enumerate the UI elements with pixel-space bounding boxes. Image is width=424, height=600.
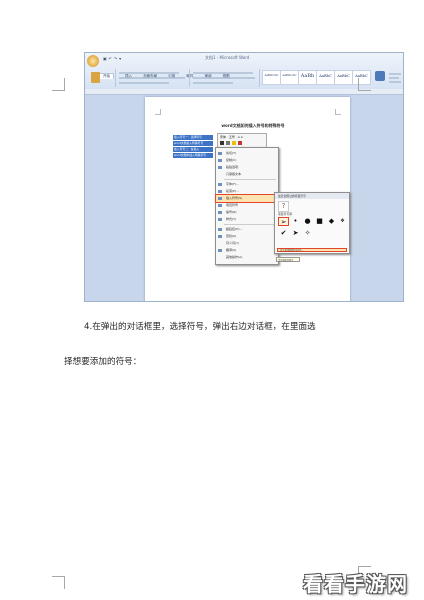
page-crop-mark: [52, 576, 65, 589]
symbol-option[interactable]: ❖: [337, 217, 348, 226]
quick-access-toolbar: ▣ ↶ ↷ ▾: [103, 56, 122, 61]
cut-icon: [218, 151, 222, 155]
page-crop-mark: [52, 78, 65, 91]
italic-icon: [226, 141, 230, 145]
menu-item-lookup[interactable]: 查找(K): [216, 233, 278, 240]
lookup-icon: [218, 234, 222, 238]
menu-item-cut[interactable]: 剪切(T): [216, 150, 278, 157]
document-title: word文档如何插入符号和特殊符号: [221, 123, 285, 128]
menu-item-paragraph[interactable]: 段落(P)...: [216, 188, 278, 195]
site-watermark: 看看手游网: [303, 572, 408, 596]
define-new-bullet-button[interactable]: 定义新项目符号(D)...: [277, 248, 347, 252]
menu-item-synonyms[interactable]: 同义词(Y): [216, 240, 278, 247]
hyperlink-icon: [218, 227, 222, 231]
symbol-option[interactable]: ■: [314, 217, 325, 226]
menu-item-insert-symbol[interactable]: 插入符号(S): [215, 194, 279, 203]
translate-icon: [218, 248, 222, 252]
highlight-icon: [232, 141, 236, 145]
style-no-spacing: AaBbCcDc: [280, 70, 299, 85]
selected-text-line: 插入符号二：在插入: [173, 147, 213, 152]
symbol-library-label: 项目符号库: [278, 212, 292, 216]
menu-item-styles[interactable]: 样式(T): [216, 216, 278, 223]
selected-text-line: 插入符号一：选择符号: [173, 135, 213, 140]
style-heading2: AaBbC: [316, 70, 335, 85]
copy-icon: [218, 158, 222, 162]
change-styles-icon: [375, 71, 385, 81]
font-group: [117, 69, 190, 87]
clipboard-group: [87, 69, 116, 87]
symbol-option[interactable]: •: [290, 217, 301, 226]
ribbon-tabs: 开始 插入 页面布局 引用 邮件 审阅 视图: [99, 62, 236, 79]
page-corner-mark: [155, 109, 161, 115]
menu-item-hyperlink[interactable]: 超链接(H)...: [216, 226, 278, 233]
symbol-option[interactable]: ➤: [290, 229, 301, 238]
page-crop-mark: [358, 78, 371, 91]
menu-item-more-actions[interactable]: 其他操作(A): [216, 254, 278, 261]
menu-item-numbering[interactable]: 编号(N): [216, 209, 278, 216]
ribbon: ▣ ↶ ↷ ▾ 文档1 - Microsoft Word 开始 插入 页面布局 …: [85, 53, 403, 90]
symbol-option[interactable]: ◆: [326, 217, 337, 226]
document-page: word文档如何插入符号和特殊符号 插入符号一：选择符号 word文档插入特殊符…: [145, 97, 350, 301]
menu-item-paste-options[interactable]: 粘贴选项:: [216, 164, 278, 171]
selected-text-line: word文档插入特殊符号: [173, 141, 213, 146]
paragraph-icon: [218, 189, 222, 193]
bullets-icon: [218, 203, 222, 207]
symbol-icon: [218, 196, 222, 200]
font-icon: [218, 182, 222, 186]
recent-symbol[interactable]: ?: [278, 201, 289, 212]
editing-group: [389, 71, 401, 83]
paste-icon: [218, 165, 222, 169]
instruction-text-line2: 择想要添加的符号：: [64, 357, 142, 367]
menu-item-copy[interactable]: 复制(C): [216, 157, 278, 164]
page-corner-mark: [335, 109, 341, 115]
symbol-option[interactable]: ➢: [278, 217, 289, 226]
office-button-icon: [87, 55, 99, 67]
paragraph-group: [191, 69, 260, 87]
style-normal: AaBbCcDc: [262, 70, 281, 85]
recent-symbols-header: 最近使用过的项目符号: [275, 193, 349, 199]
bullet-symbol-panel: 最近使用过的项目符号 ? 项目符号库 ➢ • ● ■ ◆ ❖ ✔ ➤ ✧ 定义新…: [274, 192, 350, 254]
paste-icon: [91, 72, 100, 83]
tooltip: 定义新项目符号: [276, 257, 300, 262]
font-color-icon: [238, 141, 242, 145]
menu-item-font[interactable]: 字体(F)...: [216, 181, 278, 188]
tutorial-screenshot: ▣ ↶ ↷ ▾ 文档1 - Microsoft Word 开始 插入 页面布局 …: [84, 52, 404, 302]
bold-icon: [220, 141, 224, 145]
window-title: 文档1 - Microsoft Word: [205, 55, 250, 60]
menu-item-keep-text[interactable]: 只保留文本: [216, 171, 278, 178]
menu-item-translate[interactable]: 翻译(S): [216, 247, 278, 254]
style-heading1: AaBb: [298, 70, 317, 85]
menu-item-bullets[interactable]: 项目符号: [216, 202, 278, 209]
style-title: AaBbC: [334, 70, 353, 85]
numbering-icon: [218, 210, 222, 214]
selected-text-line: word文档中插入特殊符号: [173, 153, 213, 158]
instruction-text-line1: 4.在弹出的对话框里，选择符号，弹出右边对话框，在里面选: [84, 322, 316, 332]
symbol-option[interactable]: ✔: [278, 229, 289, 238]
symbol-option[interactable]: ✧: [302, 229, 313, 238]
styles-icon: [218, 217, 222, 221]
symbol-option[interactable]: ●: [302, 217, 313, 226]
context-menu: 剪切(T) 复制(C) 粘贴选项: 只保留文本 字体(F)... 段落(P)..…: [215, 147, 279, 265]
ruler: [85, 89, 403, 95]
